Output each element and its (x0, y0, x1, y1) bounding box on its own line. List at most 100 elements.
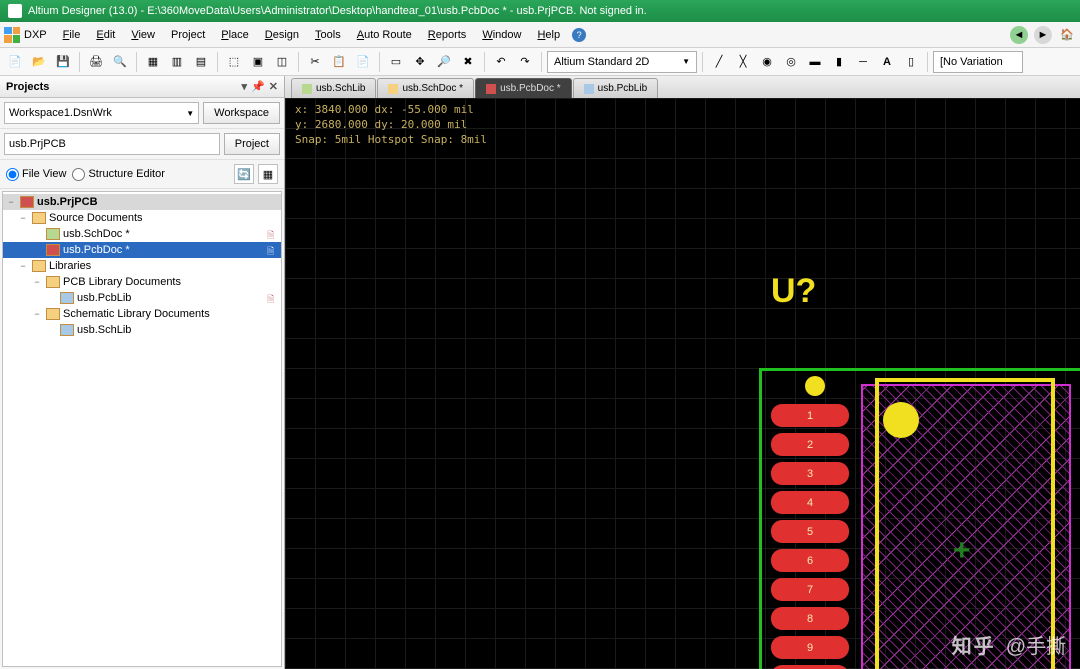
pcb-canvas[interactable]: x: 3840.000 dx: -55.000 mil y: 2680.000 … (285, 98, 1080, 669)
menu-project[interactable]: Project (163, 25, 213, 45)
tree-schlib-docs[interactable]: −Schematic Library Documents (3, 306, 281, 322)
workspace-button[interactable]: Workspace (203, 102, 280, 124)
place-string-button[interactable]: A (876, 51, 898, 73)
projects-panel-header: Projects ▾ 📌 ✕ (0, 76, 284, 98)
designator-text: U? (771, 272, 816, 311)
help-icon[interactable]: ? (572, 28, 586, 42)
tree-schdoc[interactable]: usb.SchDoc *🗎 (3, 226, 281, 242)
editor-area: usb.SchLib usb.SchDoc * usb.PcbDoc * usb… (285, 76, 1080, 669)
workspace-combo[interactable]: Workspace1.DsnWrk▼ (4, 102, 199, 124)
print-button[interactable]: 🖨 (85, 51, 107, 73)
preview-button[interactable]: 🔍 (109, 51, 131, 73)
view-mode-combo[interactable]: Altium Standard 2D▼ (547, 51, 697, 73)
pad[interactable]: 9 (771, 636, 849, 659)
tree-pcbdoc[interactable]: usb.PcbDoc *🗎 (3, 242, 281, 258)
paste-button[interactable]: 📄 (352, 51, 374, 73)
pad[interactable]: 10 (771, 665, 849, 669)
project-tree[interactable]: −usb.PrjPCB −Source Documents usb.SchDoc… (2, 191, 282, 667)
pads-left-column: 1 2 3 4 5 6 7 8 9 10 (771, 404, 849, 669)
move-button[interactable]: ✥ (409, 51, 431, 73)
pad[interactable]: 7 (771, 578, 849, 601)
menu-file[interactable]: FFileile (55, 25, 89, 45)
tab-pcblib[interactable]: usb.PcbLib (573, 78, 658, 98)
cut-button[interactable]: ✂ (304, 51, 326, 73)
save-button[interactable]: 💾 (52, 51, 74, 73)
workspace-value: Workspace1.DsnWrk (9, 107, 112, 119)
tree-pcblib-docs[interactable]: −PCB Library Documents (3, 274, 281, 290)
file-view-radio[interactable]: File View (6, 168, 66, 181)
place-comp-button[interactable]: ▯ (900, 51, 922, 73)
find-button[interactable]: 🔎 (433, 51, 455, 73)
pin1-marker-icon (805, 376, 825, 396)
pad[interactable]: 8 (771, 607, 849, 630)
options-icon[interactable]: ▦ (258, 164, 278, 184)
projects-panel-title: Projects (6, 81, 49, 93)
tree-root[interactable]: −usb.PrjPCB (3, 194, 281, 210)
place-line-button[interactable]: ─ (852, 51, 874, 73)
view-mode-label: Altium Standard 2D (554, 56, 649, 68)
menu-tools[interactable]: Tools (307, 25, 349, 45)
tab-schdoc[interactable]: usb.SchDoc * (377, 78, 474, 98)
menu-window[interactable]: Window (474, 25, 529, 45)
pad[interactable]: 2 (771, 433, 849, 456)
3d-button[interactable]: ▤ (190, 51, 212, 73)
zoom-area-button[interactable]: ⬚ (223, 51, 245, 73)
origin-marker-icon: + (953, 534, 971, 568)
watermark: 知乎 @手撕 (952, 630, 1066, 659)
panel-close-icon[interactable]: ✕ (269, 80, 278, 93)
menu-autoroute[interactable]: Auto Route (349, 25, 420, 45)
redo-button[interactable]: ↷ (514, 51, 536, 73)
nav-fwd-button[interactable]: ► (1034, 26, 1052, 44)
pad[interactable]: 6 (771, 549, 849, 572)
project-field[interactable] (4, 133, 220, 155)
variation-label: [No Variation (940, 56, 1003, 68)
menu-place[interactable]: Place (213, 25, 257, 45)
place-pad-button[interactable]: ◎ (780, 51, 802, 73)
variation-combo[interactable]: [No Variation (933, 51, 1023, 73)
panel-pin-icon[interactable]: 📌 (251, 80, 265, 93)
copy-button[interactable]: 📋 (328, 51, 350, 73)
route-track-button[interactable]: ╱ (708, 51, 730, 73)
undo-button[interactable]: ↶ (490, 51, 512, 73)
coordinate-status: x: 3840.000 dx: -55.000 mil y: 2680.000 … (295, 102, 487, 147)
home-button[interactable]: 🏠 (1058, 26, 1076, 44)
tree-source-docs[interactable]: −Source Documents (3, 210, 281, 226)
pad[interactable]: 4 (771, 491, 849, 514)
main-toolbar: 📄 📂 💾 🖨 🔍 ▦ ▥ ▤ ⬚ ▣ ◫ ✂ 📋 📄 ▭ ✥ 🔎 ✖ ↶ ↷ … (0, 48, 1080, 76)
place-poly-button[interactable]: ▬ (804, 51, 826, 73)
refresh-icon[interactable]: 🔄 (234, 164, 254, 184)
zoom-sel-button[interactable]: ◫ (271, 51, 293, 73)
menu-edit[interactable]: Edit (88, 25, 123, 45)
route-diff-button[interactable]: ╳ (732, 51, 754, 73)
menu-view[interactable]: View (123, 25, 163, 45)
app-icon (8, 4, 22, 18)
tab-pcbdoc[interactable]: usb.PcbDoc * (475, 78, 572, 98)
menu-design[interactable]: Design (257, 25, 307, 45)
tree-schlib[interactable]: usb.SchLib (3, 322, 281, 338)
nav-back-button[interactable]: ◄ (1010, 26, 1028, 44)
place-fill-button[interactable]: ▮ (828, 51, 850, 73)
menu-help[interactable]: Help (529, 25, 568, 45)
menu-reports[interactable]: Reports (420, 25, 475, 45)
dxp-menu[interactable]: DXP (4, 27, 47, 43)
tab-schlib[interactable]: usb.SchLib (291, 78, 376, 98)
panel-dropdown-icon[interactable]: ▾ (242, 80, 248, 93)
open-button[interactable]: 📂 (28, 51, 50, 73)
structure-editor-radio[interactable]: Structure Editor (72, 168, 164, 181)
select-button[interactable]: ▭ (385, 51, 407, 73)
tree-libraries[interactable]: −Libraries (3, 258, 281, 274)
pad[interactable]: 3 (771, 462, 849, 485)
new-doc-button[interactable]: 📄 (4, 51, 26, 73)
document-tabs: usb.SchLib usb.SchDoc * usb.PcbDoc * usb… (285, 76, 1080, 98)
clear-button[interactable]: ✖ (457, 51, 479, 73)
layers-button[interactable]: ▦ (142, 51, 164, 73)
project-button[interactable]: Project (224, 133, 280, 155)
projects-panel: Projects ▾ 📌 ✕ Workspace1.DsnWrk▼ Worksp… (0, 76, 285, 669)
board-button[interactable]: ▥ (166, 51, 188, 73)
zoom-fit-button[interactable]: ▣ (247, 51, 269, 73)
title-bar: Altium Designer (13.0) - E:\360MoveData\… (0, 0, 1080, 22)
place-via-button[interactable]: ◉ (756, 51, 778, 73)
tree-pcblib[interactable]: usb.PcbLib🗎 (3, 290, 281, 306)
pad[interactable]: 1 (771, 404, 849, 427)
pad[interactable]: 5 (771, 520, 849, 543)
